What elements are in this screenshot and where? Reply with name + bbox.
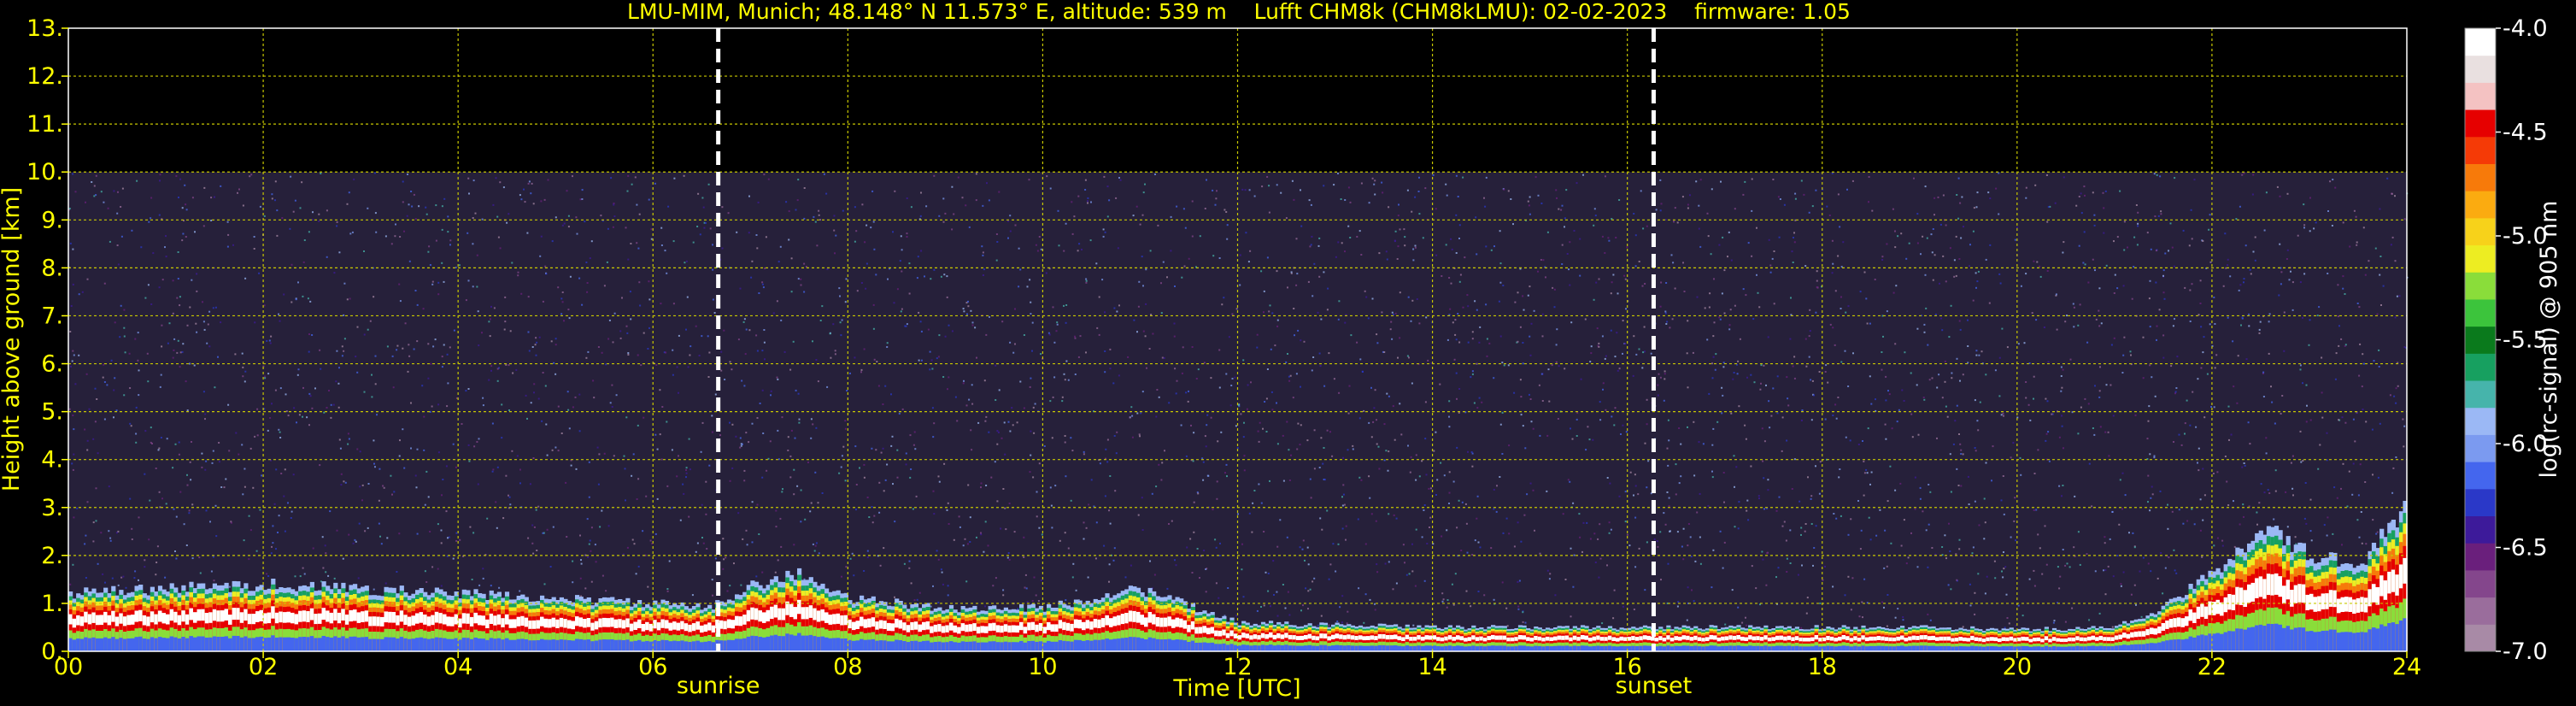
colorbar-segment	[2465, 407, 2496, 435]
x-tick-label: 04	[443, 654, 472, 680]
x-tick-label: 18	[1808, 654, 1837, 680]
y-tick-label: 13.	[26, 15, 63, 42]
y-tick-label: 12.	[26, 63, 63, 90]
y-tick-label: 6.	[41, 351, 63, 378]
y-tick-label: 1.	[41, 591, 63, 617]
y-tick-label: 5.	[41, 399, 63, 426]
x-tick-label: 10	[1028, 654, 1057, 680]
colorbar-segment	[2465, 272, 2496, 300]
colorbar-segment	[2465, 488, 2496, 517]
colorbar-segment	[2465, 353, 2496, 381]
y-tick-label: 3.	[41, 495, 63, 521]
colorbar-segment	[2465, 380, 2496, 409]
colorbar-segment	[2465, 462, 2496, 490]
colorbar-segment	[2465, 298, 2496, 327]
y-tick-label: 10.	[26, 159, 63, 185]
y-axis-label: Height above ground [km]	[0, 187, 25, 491]
colorbar-segment	[2465, 191, 2496, 219]
colorbar-segment	[2465, 109, 2496, 138]
colorbar-segment	[2465, 244, 2496, 273]
colorbar-segment	[2465, 163, 2496, 191]
colorbar-tick-label: -6.5	[2503, 535, 2548, 562]
colorbar-segment	[2465, 597, 2496, 625]
colorbar-segment	[2465, 28, 2496, 56]
colorbar-tick-label: -4.5	[2503, 120, 2548, 146]
x-tick-label: 16	[1612, 654, 1641, 680]
colorbar-segment	[2465, 624, 2496, 652]
y-tick-label: 2.	[41, 543, 63, 569]
colorbar-segment	[2465, 543, 2496, 571]
chart-title: LMU-MIM, Munich; 48.148° N 11.573° E, al…	[627, 0, 1851, 24]
y-tick-label: 4.	[41, 447, 63, 474]
x-tick-label: 20	[2003, 654, 2032, 680]
y-tick-label: 7.	[41, 303, 63, 329]
x-tick-label: 00	[54, 654, 83, 680]
colorbar	[2464, 27, 2497, 652]
colorbar-segment	[2465, 434, 2496, 462]
x-axis-label: Time [UTC]	[1172, 675, 1300, 702]
ceilometer-chart: sunrise sunset 0.1.2.3.4.5.6.7.8.9.10.11.…	[0, 0, 2576, 706]
y-tick-label: 8.	[41, 255, 63, 281]
x-tick-label: 06	[638, 654, 667, 680]
colorbar-segment	[2465, 569, 2496, 598]
y-tick-label: 9.	[41, 207, 63, 233]
colorbar-segment	[2465, 217, 2496, 246]
colorbar-label: log(rc-signal) @ 905 nm	[2536, 201, 2562, 479]
colorbar-segment	[2465, 515, 2496, 544]
colorbar-segment	[2465, 136, 2496, 164]
x-tick-label: 02	[249, 654, 278, 680]
sun-marker-label: sunrise	[677, 673, 760, 699]
colorbar-tick-label: -4.0	[2503, 15, 2548, 42]
x-tick-label: 14	[1417, 654, 1446, 680]
colorbar-segment	[2465, 326, 2496, 354]
colorbar-tick-label: -7.0	[2503, 638, 2548, 665]
y-tick-label: 11.	[26, 111, 63, 138]
x-tick-label: 24	[2392, 654, 2421, 680]
colorbar-segment	[2465, 55, 2496, 83]
x-tick-label: 22	[2198, 654, 2227, 680]
colorbar-segment	[2465, 82, 2496, 110]
x-tick-label: 08	[833, 654, 862, 680]
